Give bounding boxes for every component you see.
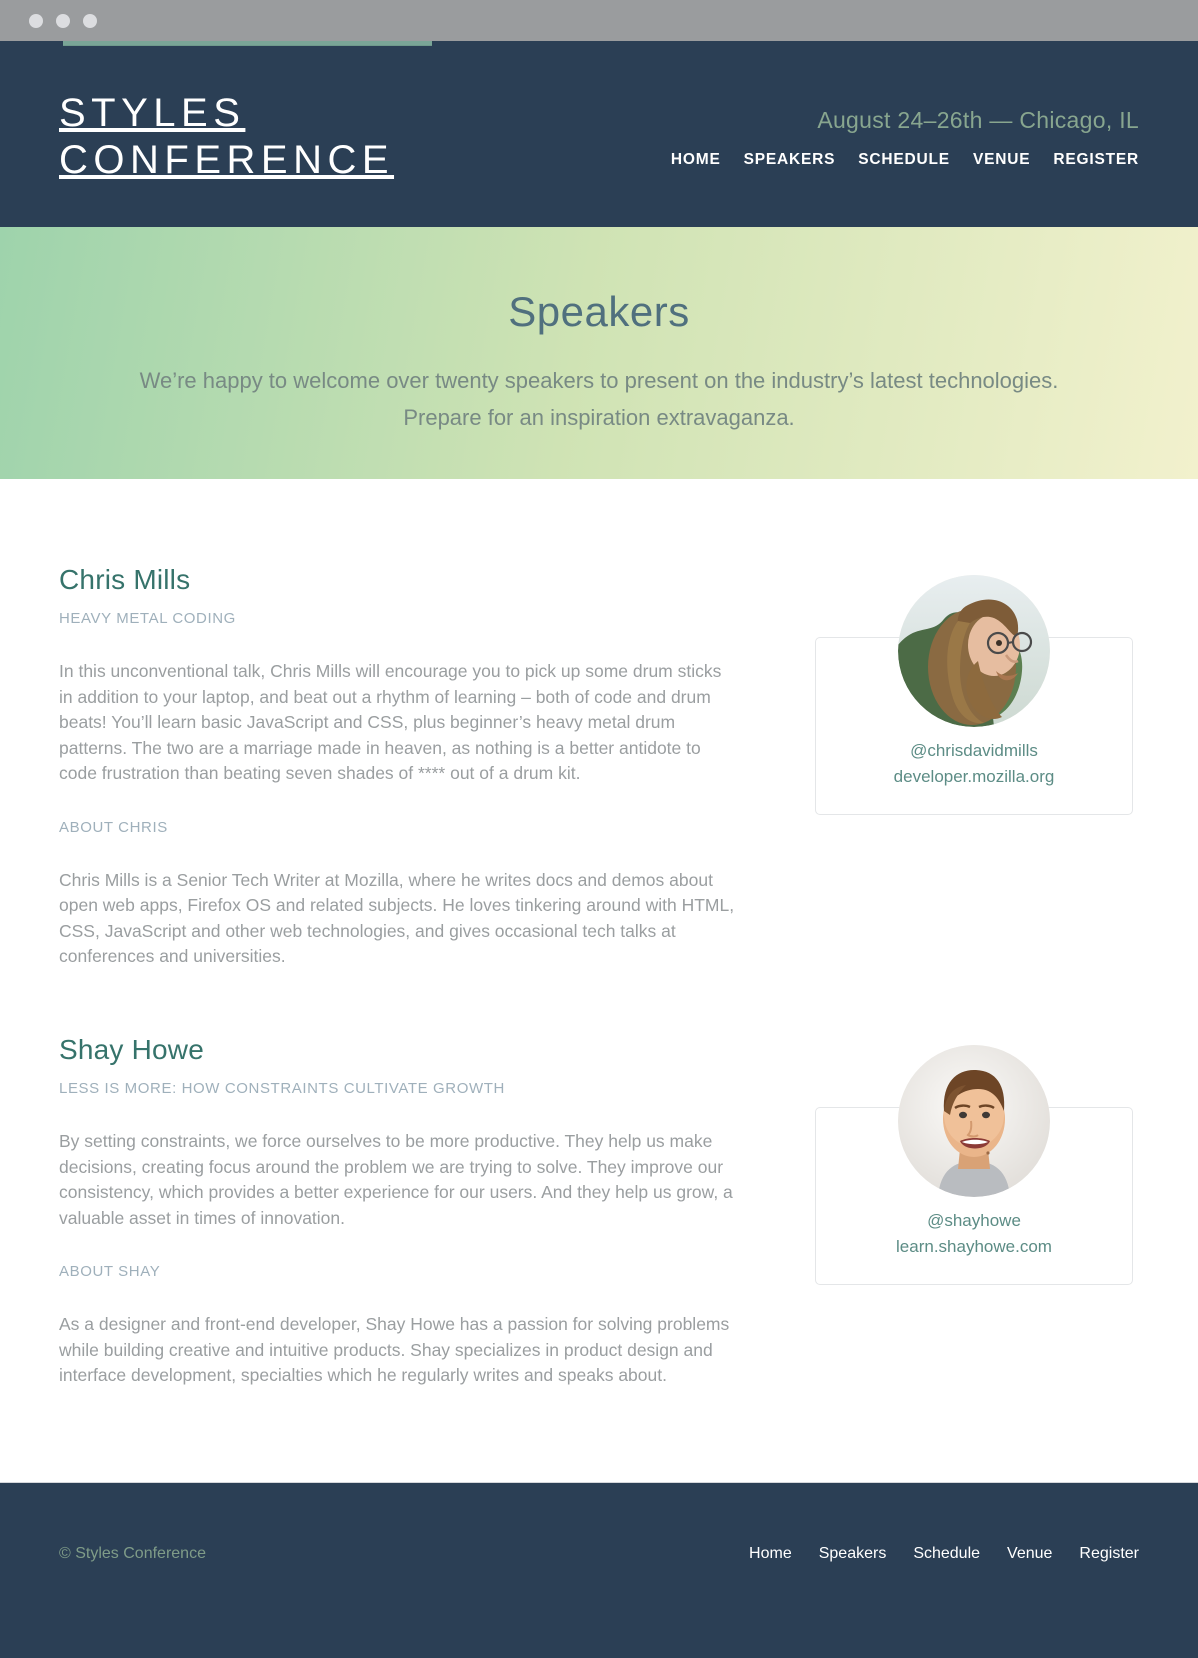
- speaker-entry: Chris Mills Heavy Metal Coding In this u…: [59, 564, 1139, 970]
- conference-tagline: August 24–26th — Chicago, IL: [817, 107, 1139, 133]
- speaker-details: Shay Howe Less Is More: How Constraints …: [59, 1034, 739, 1389]
- chris-mills-portrait-icon: [898, 575, 1050, 727]
- nav-item-venue[interactable]: Venue: [973, 151, 1030, 169]
- speaker-details: Chris Mills Heavy Metal Coding In this u…: [59, 564, 739, 970]
- nav-item-register[interactable]: Register: [1053, 151, 1139, 169]
- avatar: [898, 1045, 1050, 1197]
- speaker-info-card: @shayhowe learn.shayhowe.com: [815, 1045, 1133, 1285]
- shay-howe-portrait-icon: [898, 1045, 1050, 1197]
- footer-nav-item-home[interactable]: Home: [749, 1545, 792, 1563]
- minimize-window-button[interactable]: [56, 14, 70, 28]
- primary-nav: Home Speakers Schedule Venue Register: [671, 151, 1139, 169]
- footer-nav-item-venue[interactable]: Venue: [1007, 1545, 1052, 1563]
- browser-title-bar: [0, 0, 1198, 41]
- site-footer: © Styles Conference Home Speakers Schedu…: [0, 1482, 1198, 1658]
- footer-nav-item-speakers[interactable]: Speakers: [819, 1545, 887, 1563]
- nav-item-speakers[interactable]: Speakers: [744, 151, 836, 169]
- browser-window: Styles Conference August 24–26th — Chica…: [0, 0, 1198, 1658]
- close-window-button[interactable]: [29, 14, 43, 28]
- avatar: [898, 575, 1050, 727]
- speaker-info-card: @chrisdavidmills developer.mozilla.org: [815, 575, 1133, 815]
- speaker-links: @chrisdavidmills developer.mozilla.org: [816, 738, 1132, 790]
- zoom-window-button[interactable]: [83, 14, 97, 28]
- speaker-name: Chris Mills: [59, 564, 191, 595]
- speaker-twitter-handle[interactable]: @shayhowe: [816, 1208, 1132, 1234]
- site-header: Styles Conference August 24–26th — Chica…: [0, 41, 1198, 227]
- footer-nav: Home Speakers Schedule Venue Register: [749, 1545, 1139, 1563]
- speaker-talk-description: By setting constraints, we force ourselv…: [59, 1131, 733, 1228]
- site-logo[interactable]: Styles Conference: [59, 90, 394, 184]
- copyright-text: © Styles Conference: [59, 1545, 206, 1562]
- speaker-talk-title: Heavy Metal Coding: [59, 610, 236, 627]
- speaker-about-label: About Chris: [59, 818, 168, 836]
- main-content: Chris Mills Heavy Metal Coding In this u…: [0, 479, 1198, 1482]
- hero-banner: Speakers We’re happy to welcome over twe…: [0, 227, 1198, 479]
- speaker-talk-title: Less Is More: How Constraints Cultivate …: [59, 1080, 505, 1097]
- speaker-about-text: As a designer and front-end developer, S…: [59, 1314, 730, 1385]
- speaker-links: @shayhowe learn.shayhowe.com: [816, 1208, 1132, 1260]
- speaker-website-link[interactable]: learn.shayhowe.com: [816, 1234, 1132, 1260]
- speaker-name: Shay Howe: [59, 1034, 204, 1065]
- speaker-entry: Shay Howe Less Is More: How Constraints …: [59, 1034, 1139, 1389]
- page-title: Speakers: [508, 288, 690, 335]
- speaker-about-label: About Shay: [59, 1263, 161, 1280]
- page-load-progress-track: [0, 41, 1198, 48]
- nav-item-schedule[interactable]: Schedule: [858, 151, 950, 169]
- nav-item-home[interactable]: Home: [671, 151, 721, 169]
- speaker-twitter-handle[interactable]: @chrisdavidmills: [816, 738, 1132, 764]
- footer-nav-item-register[interactable]: Register: [1079, 1545, 1139, 1563]
- speaker-talk-description: In this unconventional talk, Chris Mills…: [59, 661, 722, 783]
- speaker-website-link[interactable]: developer.mozilla.org: [816, 764, 1132, 790]
- speaker-about-text: Chris Mills is a Senior Tech Writer at M…: [59, 869, 735, 967]
- window-controls: [29, 14, 97, 28]
- footer-nav-item-schedule[interactable]: Schedule: [913, 1545, 980, 1563]
- page-load-progress-bar: [63, 41, 432, 46]
- hero-subtitle: We’re happy to welcome over twenty speak…: [139, 368, 1059, 430]
- header-right: August 24–26th — Chicago, IL Home Speake…: [671, 107, 1139, 169]
